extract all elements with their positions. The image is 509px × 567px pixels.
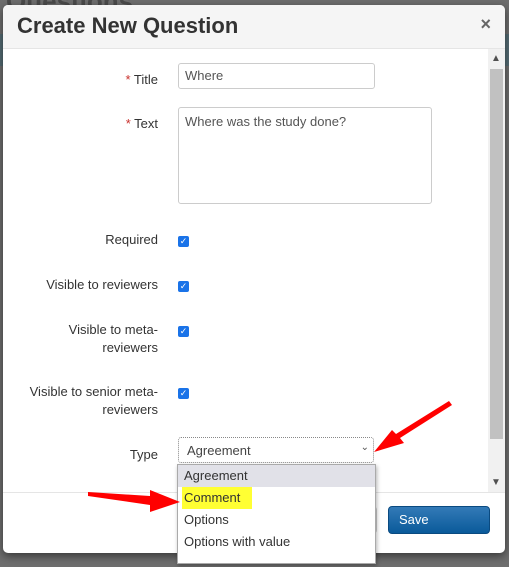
arrow-to-comment: [88, 490, 180, 512]
annotation-arrows: [88, 401, 452, 512]
arrow-to-select: [374, 401, 452, 452]
